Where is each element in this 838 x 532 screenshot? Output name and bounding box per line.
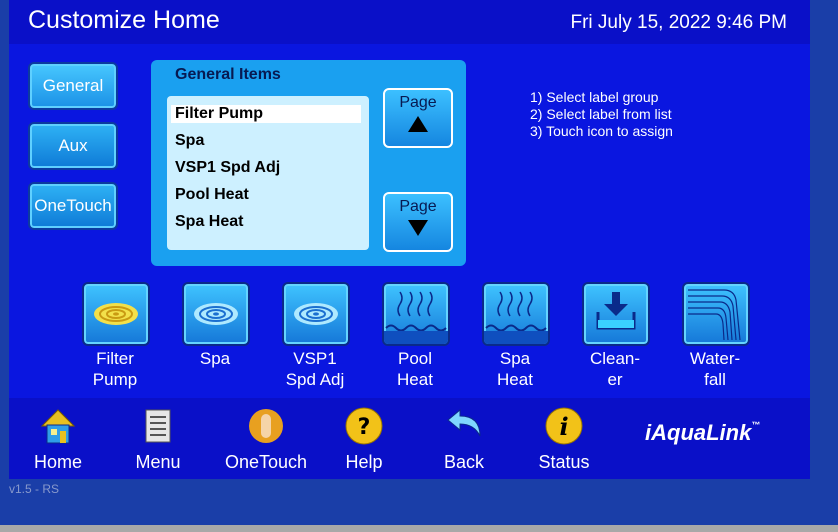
nav-menu[interactable]: Menu xyxy=(113,406,203,473)
device-label: Spa xyxy=(170,348,260,369)
iaqualink-logo: iAquaLink™ xyxy=(645,420,760,446)
device-label-line: Heat xyxy=(397,370,433,389)
device-label: VSP1 Spd Adj xyxy=(270,348,360,390)
nav-label: Help xyxy=(345,452,383,472)
instruction-line: 1) Select label group xyxy=(530,89,659,105)
page-down-button[interactable]: Page xyxy=(383,192,453,252)
heat-waves-icon xyxy=(384,291,448,344)
app-window: Customize Home Fri July 15, 2022 9:46 PM… xyxy=(9,0,810,479)
swirl-icon xyxy=(94,303,138,325)
svg-text:?: ? xyxy=(358,415,371,440)
device-label: Filter Pump xyxy=(70,348,160,390)
nav-label: OneTouch xyxy=(224,452,308,472)
items-panel-title: General Items xyxy=(175,66,281,83)
device-button-spa[interactable] xyxy=(182,282,250,346)
device-button-spa-heat[interactable] xyxy=(482,282,550,346)
info-icon: i xyxy=(545,407,583,445)
device-label-line: Filter xyxy=(96,349,134,368)
device-button-vsp1-spd-adj[interactable] xyxy=(282,282,350,346)
logo-tm: ™ xyxy=(751,420,761,430)
bottom-nav: Home Menu OneTouch ? Help Back i Status … xyxy=(9,398,810,479)
swirl-icon xyxy=(294,303,338,325)
onetouch-icon xyxy=(249,409,283,443)
list-item[interactable]: VSP1 Spd Adj xyxy=(175,159,280,177)
cleaner-icon xyxy=(596,292,636,330)
page-title: Customize Home xyxy=(28,6,220,34)
page-up-button[interactable]: Page xyxy=(383,88,453,148)
bottom-strip xyxy=(0,525,838,532)
device-label-line: Pump xyxy=(92,370,138,389)
heat-waves-icon xyxy=(484,291,548,344)
nav-onetouch[interactable]: OneTouch xyxy=(221,406,311,473)
device-label-line: Spd Adj xyxy=(285,370,345,389)
waterfall-icon xyxy=(688,289,741,341)
instruction-line: 2) Select label from list xyxy=(530,106,672,122)
device-label-line: Heat xyxy=(497,370,533,389)
logo-text: iAquaLink xyxy=(645,420,752,445)
items-panel: General Items Filter Pump Spa VSP1 Spd A… xyxy=(151,60,466,266)
datetime-display: Fri July 15, 2022 9:46 PM xyxy=(570,12,788,33)
header-bar: Customize Home Fri July 15, 2022 9:46 PM xyxy=(9,0,810,44)
device-label: Water- fall xyxy=(670,348,760,390)
nav-label: Menu xyxy=(135,452,181,472)
version-label: v1.5 - RS xyxy=(9,482,60,496)
swirl-icon xyxy=(194,303,238,325)
page-up-label: Page xyxy=(399,94,437,111)
device-label-line: Spa xyxy=(199,349,231,368)
device-label-line: fall xyxy=(704,370,726,389)
device-label-line: VSP1 xyxy=(293,349,337,368)
nav-label: Back xyxy=(443,452,485,472)
device-label: Clean- er xyxy=(570,348,660,390)
nav-label: Home xyxy=(33,452,82,472)
arrow-down-icon xyxy=(408,220,428,236)
svg-text:i: i xyxy=(559,412,568,441)
group-button-aux[interactable]: Aux xyxy=(28,122,118,170)
group-button-onetouch[interactable]: OneTouch xyxy=(28,182,118,230)
page-down-label: Page xyxy=(399,198,437,215)
help-icon: ? xyxy=(345,407,383,445)
device-label: Spa Heat xyxy=(470,348,560,390)
device-label-line: Pool xyxy=(397,349,433,368)
device-label-line: Clean- xyxy=(589,349,641,368)
device-label: Pool Heat xyxy=(370,348,460,390)
home-icon xyxy=(40,409,76,444)
device-label-line: Spa xyxy=(499,349,531,368)
group-button-general[interactable]: General xyxy=(28,62,118,110)
nav-back[interactable]: Back xyxy=(419,406,509,473)
instruction-line: 3) Touch icon to assign xyxy=(530,123,673,139)
nav-label: Status xyxy=(538,452,590,472)
list-item[interactable]: Pool Heat xyxy=(175,186,249,204)
device-button-waterfall[interactable] xyxy=(682,282,750,346)
device-label-line: er xyxy=(607,370,623,389)
list-item[interactable]: Spa Heat xyxy=(175,213,243,231)
nav-status[interactable]: i Status xyxy=(519,406,609,473)
menu-icon xyxy=(145,409,171,443)
items-list: Filter Pump Spa VSP1 Spd Adj Pool Heat S… xyxy=(167,96,369,250)
nav-help[interactable]: ? Help xyxy=(319,406,409,473)
instructions: 1) Select label group 2) Select label fr… xyxy=(530,89,673,140)
list-item[interactable]: Filter Pump xyxy=(171,105,361,123)
device-button-cleaner[interactable] xyxy=(582,282,650,346)
arrow-up-icon xyxy=(408,116,428,132)
nav-home[interactable]: Home xyxy=(13,406,103,473)
list-item[interactable]: Spa xyxy=(175,132,204,150)
device-label-line: Water- xyxy=(689,349,741,368)
device-button-pool-heat[interactable] xyxy=(382,282,450,346)
device-button-filter-pump[interactable] xyxy=(82,282,150,346)
back-icon xyxy=(447,408,481,437)
